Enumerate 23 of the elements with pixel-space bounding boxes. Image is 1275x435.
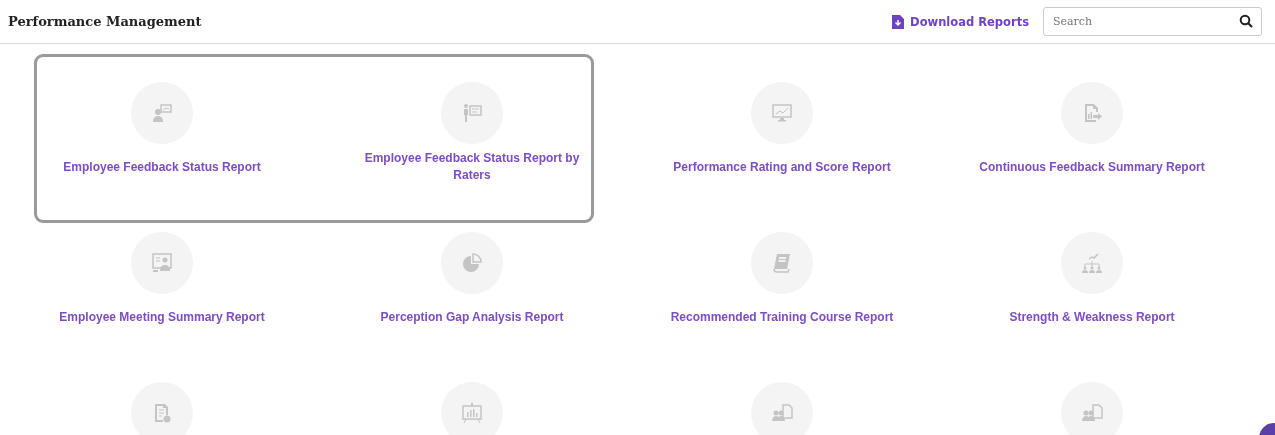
report-link[interactable]: Employee Meeting Summary Report — [59, 308, 265, 326]
report-icon-circle[interactable] — [441, 382, 503, 435]
search-icon[interactable] — [1239, 14, 1253, 28]
report-link[interactable]: Strength & Weakness Report — [1009, 308, 1175, 326]
page-title: Performance Management — [8, 14, 203, 29]
team-chart-icon — [1080, 251, 1104, 275]
presenter-icon — [150, 101, 174, 125]
search-field[interactable]: Search — [1043, 7, 1262, 36]
report-icon-circle[interactable] — [1061, 382, 1123, 435]
report-icon-circle[interactable] — [751, 382, 813, 435]
download-reports-link[interactable]: Download Reports — [892, 14, 1029, 29]
report-link[interactable]: Continuous Feedback Summary Report — [979, 158, 1205, 176]
file-download-icon — [892, 14, 905, 29]
report-link[interactable]: Recommended Training Course Report — [670, 308, 894, 326]
report-link[interactable]: Employee Feedback Status Report — [63, 158, 261, 176]
report-link[interactable]: Employee Feedback Status Report by Raters — [347, 150, 597, 184]
report-link[interactable]: Performance Rating and Score Report — [673, 158, 891, 176]
easel-chart-icon — [460, 401, 484, 425]
video-meeting-icon — [150, 251, 174, 275]
monitor-chart-icon — [770, 101, 794, 125]
pie-chart-icon — [460, 251, 484, 275]
report-link[interactable]: Perception Gap Analysis Report — [380, 308, 564, 326]
report-icon-circle[interactable] — [131, 382, 193, 435]
